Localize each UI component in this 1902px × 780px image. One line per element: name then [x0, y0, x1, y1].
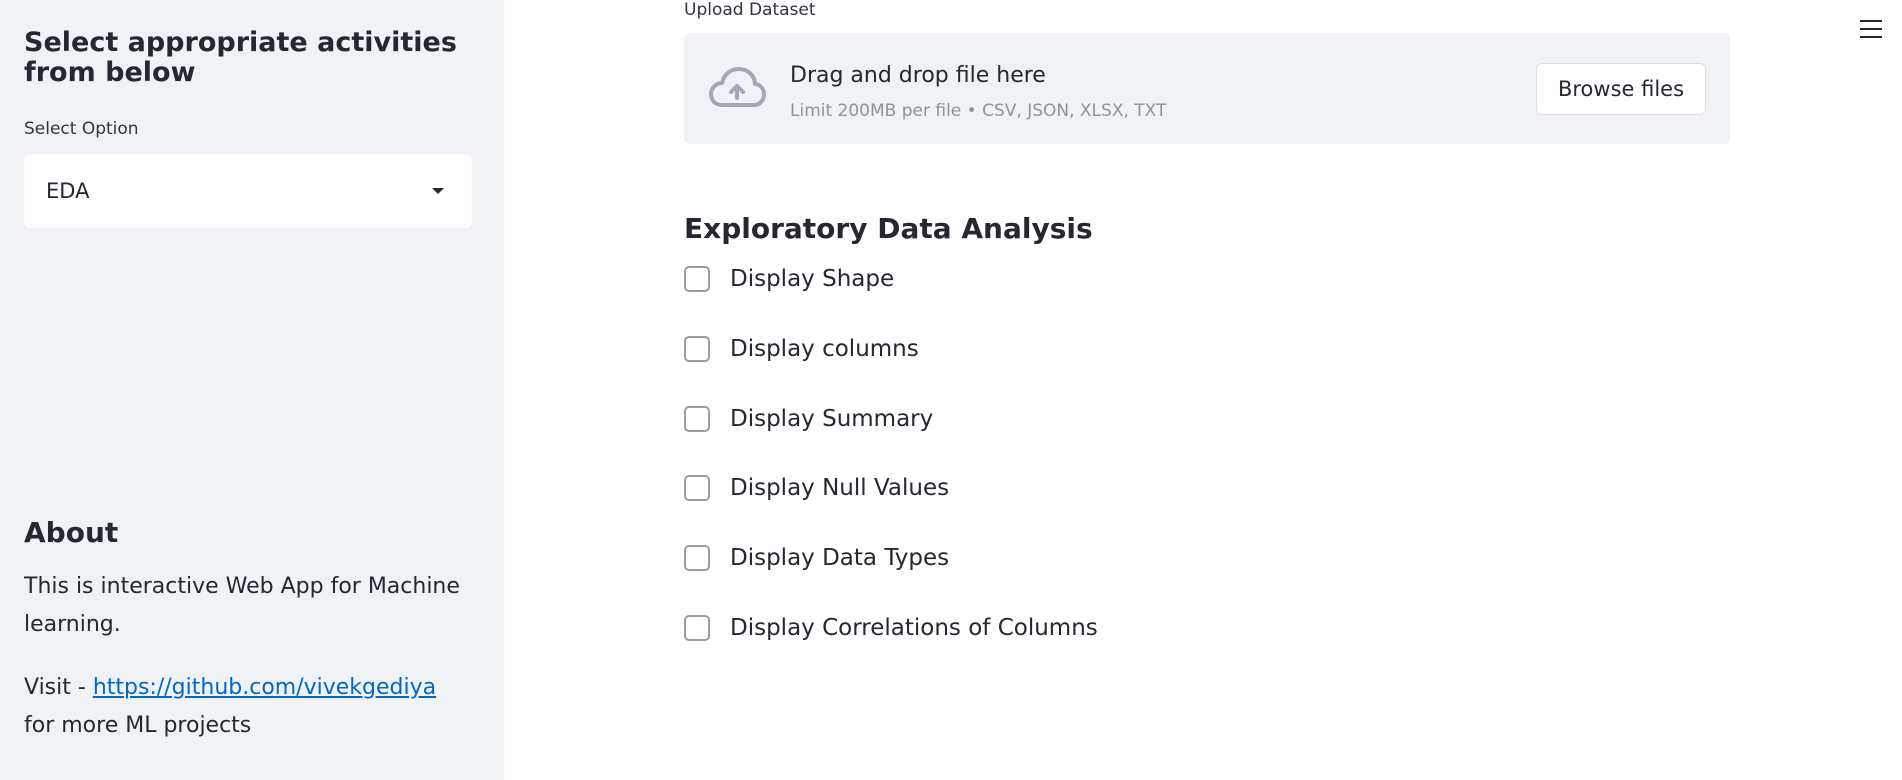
checkbox-label: Display Null Values — [730, 475, 950, 501]
hamburger-bar — [1860, 28, 1882, 30]
checkbox-display-data-types[interactable]: Display Data Types — [684, 545, 949, 571]
checkbox-display-columns[interactable]: Display columns — [684, 336, 919, 362]
checkbox-box[interactable] — [684, 615, 710, 641]
about-title: About — [24, 516, 119, 549]
app-root: Select appropriate activities from below… — [0, 0, 1902, 780]
checkbox-box[interactable] — [684, 266, 710, 292]
upload-dataset-label: Upload Dataset — [684, 0, 816, 20]
browse-files-button[interactable]: Browse files — [1536, 63, 1706, 115]
select-option-label: Select Option — [24, 119, 139, 139]
about-text: This is interactive Web App for Machine … — [24, 574, 460, 637]
file-dropzone[interactable]: Drag and drop file here Limit 200MB per … — [684, 33, 1730, 144]
hamburger-bar — [1860, 36, 1882, 38]
checkbox-label: Display Shape — [730, 266, 895, 292]
eda-section-title: Exploratory Data Analysis — [684, 212, 1093, 245]
checkbox-box[interactable] — [684, 406, 710, 432]
sidebar: Select appropriate activities from below… — [0, 0, 504, 780]
hamburger-bar — [1860, 20, 1882, 22]
dropzone-title: Drag and drop file here — [790, 63, 1046, 88]
sidebar-heading: Select appropriate activities from below — [24, 27, 457, 88]
checkbox-box[interactable] — [684, 475, 710, 501]
caret-down-icon — [432, 188, 444, 194]
visit-prefix: Visit - — [24, 675, 93, 700]
activity-select-value: EDA — [46, 179, 90, 203]
visit-suffix: for more ML projects — [24, 713, 252, 738]
github-link[interactable]: https://github.com/vivekgediya — [93, 675, 436, 700]
checkbox-label: Display Correlations of Columns — [730, 615, 1098, 641]
activity-select[interactable]: EDA — [24, 154, 472, 228]
checkbox-label: Display columns — [730, 336, 919, 362]
checkbox-display-null-values[interactable]: Display Null Values — [684, 475, 949, 501]
main-content: Upload Dataset Drag and drop file here L… — [504, 0, 1902, 780]
checkbox-box[interactable] — [684, 336, 710, 362]
hamburger-menu-icon[interactable] — [1860, 20, 1882, 40]
checkbox-box[interactable] — [684, 545, 710, 571]
checkbox-label: Display Summary — [730, 406, 934, 432]
visit-text: Visit - https://github.com/vivekgediya f… — [24, 669, 464, 745]
checkbox-display-summary[interactable]: Display Summary — [684, 406, 933, 432]
checkbox-label: Display Data Types — [730, 545, 950, 571]
checkbox-display-shape[interactable]: Display Shape — [684, 266, 894, 292]
cloud-upload-icon — [709, 67, 766, 107]
checkbox-display-correlations[interactable]: Display Correlations of Columns — [684, 615, 1098, 641]
dropzone-subtitle: Limit 200MB per file • CSV, JSON, XLSX, … — [790, 101, 1167, 121]
